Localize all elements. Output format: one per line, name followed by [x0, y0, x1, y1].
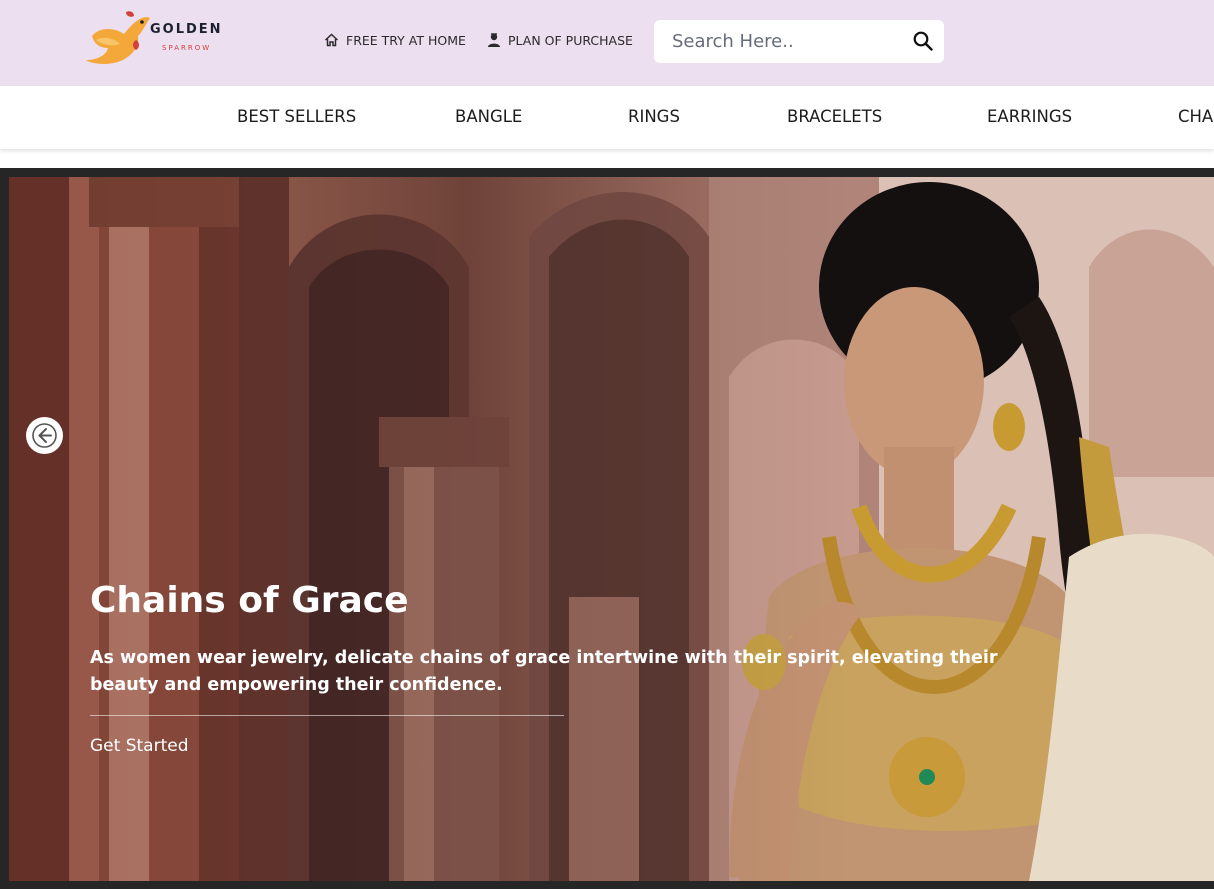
plan-of-purchase-link[interactable]: PLAN OF PURCHASE: [487, 30, 633, 50]
hero-title: Chains of Grace: [90, 580, 409, 621]
hero-slide: [9, 177, 1214, 881]
category-nav: BEST SELLERS BANGLE RINGS BRACELETS EARR…: [0, 86, 1214, 149]
sparrow-logo-icon: [86, 11, 150, 64]
search-icon[interactable]: [912, 30, 934, 52]
hero-description: As women wear jewelry, delicate chains o…: [90, 648, 998, 695]
free-try-at-home-link[interactable]: FREE TRY AT HOME: [324, 30, 466, 50]
brand-name: GOLDEN: [150, 22, 223, 37]
hero-carousel: Chains of Grace As women wear jewelry, d…: [0, 168, 1214, 889]
person-icon: [488, 32, 500, 47]
nav-item-bracelets[interactable]: BRACELETS: [787, 107, 882, 126]
nav-item-rings[interactable]: RINGS: [628, 107, 680, 126]
brand-tagline: SPARROW: [162, 44, 212, 52]
hero-overlay: [9, 177, 1214, 881]
carousel-prev-button[interactable]: [26, 417, 63, 454]
nav-item-best-sellers[interactable]: BEST SELLERS: [237, 107, 356, 126]
nav-item-earrings[interactable]: EARRINGS: [987, 107, 1072, 126]
brand-logo[interactable]: GOLDEN SPARROW: [86, 6, 246, 68]
home-icon: [324, 33, 339, 47]
search-box: [654, 20, 944, 63]
search-input[interactable]: [654, 20, 904, 63]
plan-of-purchase-label: PLAN OF PURCHASE: [508, 32, 633, 48]
nav-item-bangle[interactable]: BANGLE: [455, 107, 522, 126]
nav-item-chains[interactable]: CHAINS: [1178, 107, 1214, 126]
get-started-link[interactable]: Get Started: [90, 736, 188, 756]
top-header: GOLDEN SPARROW FREE TRY AT HOME PLAN OF …: [0, 0, 1214, 86]
arrow-left-icon: [32, 423, 57, 448]
free-try-at-home-label: FREE TRY AT HOME: [346, 32, 466, 48]
hero-divider: [90, 715, 564, 716]
